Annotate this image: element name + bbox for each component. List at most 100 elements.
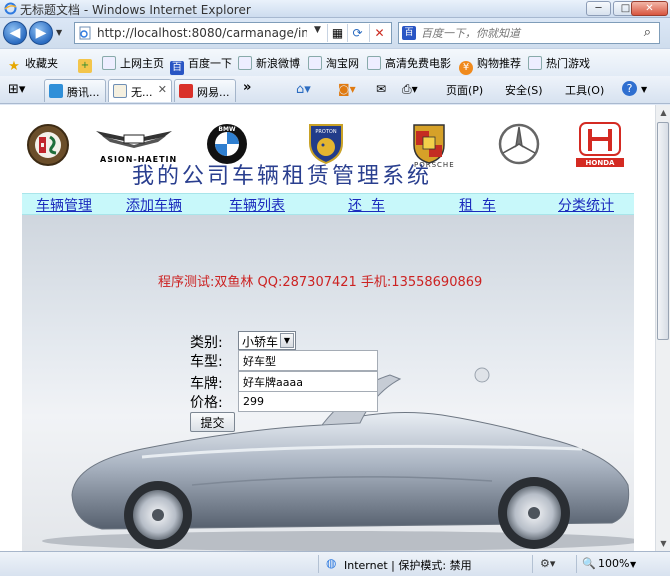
compatibility-view-icon[interactable]: ▦ [327, 24, 347, 42]
plate-input[interactable] [238, 371, 378, 392]
plate-label: 车牌: [190, 376, 223, 392]
feeds-icon[interactable]: ◙▾ [338, 82, 356, 96]
close-tab-icon[interactable]: ✕ [158, 83, 167, 96]
submit-button[interactable]: 提交 [190, 412, 235, 432]
zoom-dropdown-icon[interactable]: ▼ [630, 560, 636, 569]
help-icon[interactable]: ? [622, 81, 637, 96]
status-divider [532, 555, 533, 573]
protected-mode-icon[interactable]: ⚙▾ [540, 557, 555, 570]
mail-icon[interactable]: ✉ [376, 82, 386, 96]
shopping-icon: ¥ [459, 61, 473, 75]
quick-tabs-icon[interactable]: ⊞▾ [8, 82, 25, 97]
fav-item-baidu[interactable]: 百百度一下 [170, 55, 232, 75]
close-window-button[interactable]: ✕ [631, 1, 668, 16]
web-page-icon [528, 56, 542, 70]
home-icon[interactable]: ⌂▾ [296, 82, 311, 97]
baidu-icon: 百 [170, 61, 184, 75]
address-dropdown-icon[interactable]: ▼ [314, 25, 321, 35]
zoom-icon[interactable]: 🔍 [582, 557, 596, 570]
security-zone[interactable]: Internet | 保护模式: 禁用 [344, 557, 472, 573]
main-nav: 车辆管理 添加车辆 车辆列表 还 车 租 车 分类统计 [22, 193, 634, 215]
nav-vehicle-management[interactable]: 车辆管理 [36, 195, 92, 215]
tencent-icon [49, 84, 63, 98]
star-icon: ★ [8, 59, 20, 74]
web-page-icon [367, 56, 381, 70]
web-page-icon [113, 84, 127, 98]
print-icon[interactable]: ⎙▾ [402, 82, 418, 97]
zoom-level[interactable]: 100% [598, 557, 629, 570]
history-dropdown-icon[interactable]: ▼ [56, 28, 62, 37]
fav-item-weibo[interactable]: 新浪微博 [238, 55, 300, 71]
help-dropdown-icon[interactable]: ▼ [641, 85, 647, 94]
address-field[interactable]: http://localhost:8080/carmanage/inputA ▼… [74, 22, 392, 44]
nav-return-vehicle[interactable]: 还 车 [348, 195, 385, 215]
category-select[interactable]: 小轿车 ▼ [238, 331, 296, 350]
alfa-romeo-logo-icon [27, 124, 69, 166]
fav-label: 上网主页 [120, 57, 164, 70]
netease-icon [179, 84, 193, 98]
web-page-icon [308, 56, 322, 70]
search-engine-icon[interactable]: 百 [402, 26, 416, 40]
refresh-icon[interactable]: ⟳ [347, 24, 367, 42]
web-page-icon [102, 56, 116, 70]
price-label: 价格: [190, 395, 223, 411]
page-frame: ASION-HAETIN BMW PROTON PORSCHE HONDA 我的… [22, 115, 634, 551]
tab-label: 无... [131, 86, 153, 99]
model-input[interactable] [238, 350, 378, 371]
content-area: 程序测试:双鱼林 QQ:287307421 手机:13558690869 类别:… [22, 215, 634, 551]
globe-icon: ◍ [326, 556, 337, 570]
scrollbar-thumb[interactable] [657, 122, 669, 340]
nav-category-stats[interactable]: 分类统计 [558, 195, 614, 215]
forward-button[interactable]: ▶ [29, 21, 53, 45]
fav-label: 热门游戏 [546, 57, 590, 70]
status-divider [318, 555, 319, 573]
fav-item-shopping[interactable]: ¥ 购物推荐 [459, 55, 521, 75]
tools-menu[interactable]: 工具(O) [565, 82, 604, 98]
model-label: 车型: [190, 354, 223, 370]
minimize-button[interactable]: ─ [586, 1, 611, 16]
page-icon [79, 26, 91, 40]
bmw-label: BMW [218, 126, 236, 133]
tab-current[interactable]: 无... ✕ [108, 79, 172, 102]
tab-tencent[interactable]: 腾讯... [44, 79, 106, 102]
search-box[interactable]: 百 ⌕ [398, 22, 660, 44]
nav-vehicle-list[interactable]: 车辆列表 [229, 195, 285, 215]
nav-add-vehicle[interactable]: 添加车辆 [126, 195, 182, 215]
search-input[interactable] [421, 25, 621, 41]
developer-notice: 程序测试:双鱼林 QQ:287307421 手机:13558690869 [158, 275, 483, 290]
safety-menu[interactable]: 安全(S) [505, 82, 543, 98]
honda-logo-icon: HONDA [576, 122, 624, 167]
favorites-label: 收藏夹 [25, 57, 58, 70]
fav-item-games[interactable]: 热门游戏 [528, 55, 590, 71]
status-bar: ◍ Internet | 保护模式: 禁用 ⚙▾ 🔍 100% ▼ [0, 551, 670, 576]
page-menu[interactable]: 页面(P) [446, 82, 483, 98]
chevron-down-icon[interactable]: ▼ [280, 333, 294, 348]
price-input[interactable] [238, 391, 378, 412]
tab-label: 网易... [197, 86, 230, 99]
url-text[interactable]: http://localhost:8080/carmanage/inputA [97, 26, 307, 40]
fav-item-homepage[interactable]: 上网主页 [102, 55, 164, 71]
fav-item-movies[interactable]: 高清免费电影 [367, 55, 451, 71]
add-favorite-icon[interactable]: + [78, 55, 96, 73]
fav-label: 百度一下 [188, 57, 232, 70]
scroll-up-icon[interactable]: ▲ [656, 105, 670, 120]
nav-rent-vehicle[interactable]: 租 车 [459, 195, 496, 215]
tab-netease[interactable]: 网易... [174, 79, 236, 102]
fav-label: 新浪微博 [256, 57, 300, 70]
honda-label: HONDA [586, 159, 615, 167]
proton-label: PROTON [315, 129, 336, 135]
status-divider [576, 555, 577, 573]
back-button[interactable]: ◀ [3, 21, 27, 45]
search-icon[interactable]: ⌕ [644, 25, 651, 40]
more-tabs-button[interactable]: » [243, 80, 251, 95]
favorites-button[interactable]: ★ 收藏夹 [7, 55, 58, 74]
vertical-scrollbar[interactable]: ▲ ▼ [655, 105, 670, 551]
fav-item-taobao[interactable]: 淘宝网 [308, 55, 359, 71]
stop-icon[interactable]: ✕ [369, 24, 389, 42]
scroll-down-icon[interactable]: ▼ [656, 536, 670, 551]
favorites-bar: ★ 收藏夹 + 上网主页 百百度一下 新浪微博 淘宝网 高清免费电影 ¥ 购物推荐 … [0, 48, 670, 76]
window-title-bar: 无标题文档 - Windows Internet Explorer ─ □ ✕ [0, 0, 670, 18]
aston-martin-wings-icon [96, 131, 172, 148]
tab-bar: ⊞▾ 腾讯... 无... ✕ 网易... » ⌂▾ ◙▾ ✉ ⎙▾ 页面(P)… [0, 76, 670, 104]
category-selected-value: 小轿车 [242, 335, 279, 349]
